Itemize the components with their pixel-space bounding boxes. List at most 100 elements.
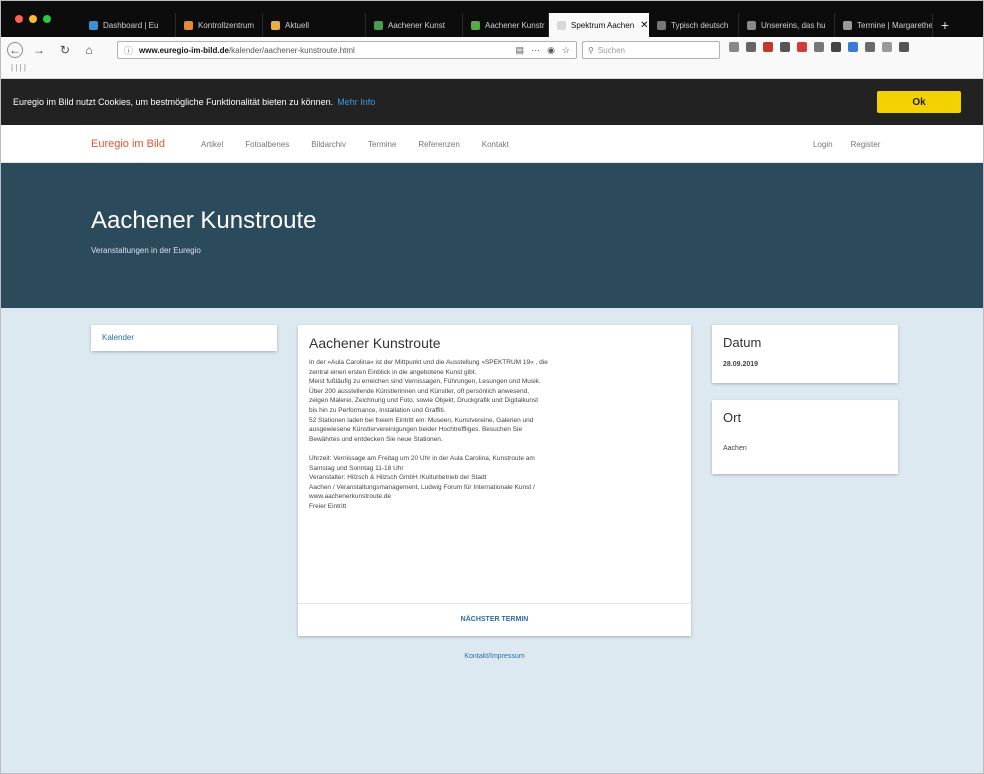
site-brand[interactable]: Euregio im Bild [91,138,165,150]
close-window-icon[interactable] [15,15,23,23]
event-title: Aachener Kunstroute [309,335,441,351]
location-value: Aachen [723,445,747,452]
content-area: Kalender Aachener Kunstroute In der »Aul… [1,308,983,773]
tab-favicon-icon [747,20,756,30]
date-card: Datum 28.09.2019 [712,325,898,383]
location-card: Ort Aachen [712,400,898,474]
extension-icon[interactable] [780,42,790,52]
extension-icon[interactable] [763,42,773,52]
tab-label: Unsereins, das hu [761,20,826,30]
next-event-button[interactable]: NÄCHSTER TERMIN [298,616,691,623]
browser-tab[interactable]: Spektrum Aachen ✕ [549,13,649,37]
url-bar[interactable]: ⓘ www.euregio-im-bild.de/kalender/aachen… [117,41,577,59]
site-navigation: Euregio im Bild Artikel Fotoalbenes Bild… [1,125,983,163]
browser-tab[interactable]: Aktuell [263,13,366,37]
url-path: /kalender/aachener-kunstroute.html [228,45,355,55]
cookie-ok-button[interactable]: Ok [877,91,961,113]
tab-label: Kontrollzentrum [198,20,255,30]
browser-tab[interactable]: Aachener Kunstr [463,13,549,37]
register-link[interactable]: Register [851,140,881,149]
tab-label: Typisch deutsch [671,20,729,30]
search-placeholder: Suchen [597,45,625,55]
nav-link-kontakt[interactable]: Kontakt [482,140,509,149]
browser-tab[interactable]: Dashboard | Eu [81,13,176,37]
nav-link-termine[interactable]: Termine [368,140,396,149]
tab-label: Aachener Kunst [388,20,445,30]
tab-label: Spektrum Aachen [571,20,635,30]
close-tab-icon[interactable]: ✕ [640,20,648,31]
login-link[interactable]: Login [813,140,833,149]
tab-label: Dashboard | Eu [103,20,159,30]
extension-icon[interactable] [729,42,739,52]
nav-links: Artikel Fotoalbenes Bildarchiv Termine R… [201,140,531,149]
event-paragraph: In der »Aula Carolina« ist der Mittpunkt… [309,359,548,443]
sidebar-card: Kalender [91,325,277,351]
browser-tab[interactable]: Aachener Kunst [366,13,463,37]
extension-icon[interactable] [831,42,841,52]
tab-bar: Dashboard | Eu Kontrollzentrum Aktuell Aach… [1,1,983,37]
cookie-message: Euregio im Bild nutzt Cookies, um bestmö… [13,97,334,107]
reader-view-icon[interactable]: ▤ [516,45,525,56]
page-title: Aachener Kunstroute [91,207,317,234]
pocket-icon[interactable]: ◉ [547,45,555,56]
forward-icon[interactable]: → [31,42,47,58]
event-details: Uhrzeit: Vernissage am Freitag um 20 Uhr… [309,454,535,510]
tab-label: Termine | Margarethe [857,20,933,30]
tab-favicon-icon [657,20,666,30]
tab-favicon-icon [471,20,480,30]
tab-favicon-icon [89,20,98,30]
tab-label: Aachener Kunstr [485,20,545,30]
hero-banner: Aachener Kunstroute Veranstaltungen in d… [1,163,983,308]
home-icon[interactable]: ⌂ [81,42,97,58]
browser-tab[interactable]: Kontrollzentrum [176,13,263,37]
minimize-window-icon[interactable] [29,15,37,23]
cookie-banner: Euregio im Bild nutzt Cookies, um bestmö… [1,79,983,125]
search-input[interactable]: ⚲ Suchen [582,41,720,59]
date-value: 28.09.2019 [723,361,759,368]
nav-link-artikel[interactable]: Artikel [201,140,223,149]
back-icon[interactable]: ← [7,42,23,58]
bookmarks-bar: | | | | [1,63,983,79]
date-title: Datum [723,335,762,350]
cookie-more-link[interactable]: Mehr Info [337,97,375,107]
extension-icons [729,42,909,52]
browser-tab[interactable]: Unsereins, das hu [739,13,835,37]
event-card-footer: NÄCHSTER TERMIN [298,603,691,636]
new-tab-button[interactable]: + [935,13,955,37]
menu-icon[interactable] [899,42,909,52]
page-subtitle: Veranstaltungen in der Euregio [91,246,201,255]
nav-link-referenzen[interactable]: Referenzen [418,140,459,149]
event-card: Aachener Kunstroute In der »Aula Carolin… [298,325,691,636]
search-icon: ⚲ [588,45,594,55]
browser-tab[interactable]: Typisch deutsch [649,13,739,37]
tab-favicon-icon [271,20,280,30]
extension-icon[interactable] [865,42,875,52]
location-title: Ort [723,410,742,425]
reload-icon[interactable]: ↻ [57,42,73,58]
bookmarks-label: | | | | [11,63,26,72]
nav-link-bildarchiv[interactable]: Bildarchiv [311,140,346,149]
url-host: www.euregio-im-bild.de [139,45,229,55]
event-description: In der »Aula Carolina« ist der Mittpunkt… [309,358,683,512]
nav-link-fotoalben[interactable]: Fotoalbenes [245,140,289,149]
site-info-icon[interactable]: ⓘ [124,44,133,57]
tab-favicon-icon [374,20,383,30]
maximize-window-icon[interactable] [43,15,51,23]
extension-icon[interactable] [797,42,807,52]
extension-icon[interactable] [882,42,892,52]
browser-tab[interactable]: Termine | Margarethe [835,13,933,37]
extension-icon[interactable] [848,42,858,52]
browser-window: Dashboard | Eu Kontrollzentrum Aktuell Aach… [0,0,984,774]
tab-label: Aktuell [285,20,310,30]
page-actions-icon[interactable]: ⋯ [531,45,540,56]
imprint-link[interactable]: Kontakt/Impressum [298,653,691,660]
tab-favicon-icon [843,20,852,30]
extension-icon[interactable] [814,42,824,52]
tab-favicon-icon [557,20,566,30]
bookmark-star-icon[interactable]: ☆ [562,45,570,56]
tab-favicon-icon [184,20,193,30]
account-links: Login Register [813,140,880,149]
library-icon[interactable] [746,42,756,52]
sidebar-link-kalender[interactable]: Kalender [102,333,134,342]
window-controls [15,15,51,23]
